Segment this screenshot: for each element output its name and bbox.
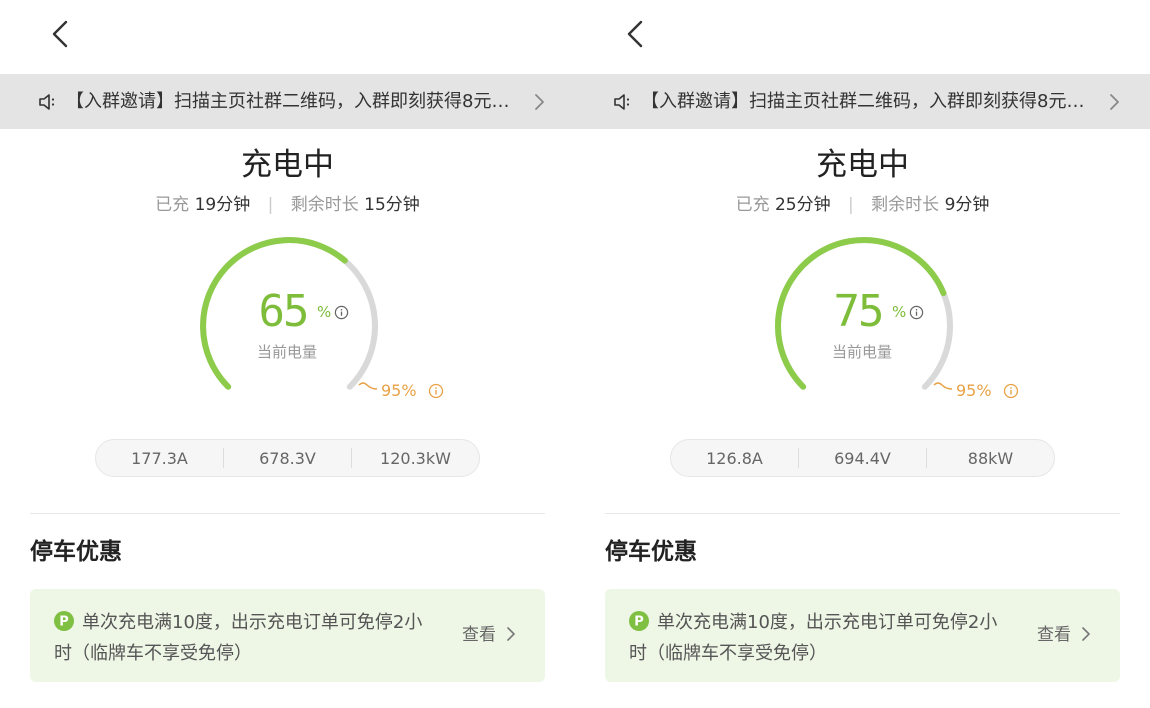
separator: | — [848, 195, 854, 215]
info-icon[interactable] — [334, 305, 349, 320]
parking-discount-title: 停车优惠 — [30, 539, 122, 565]
voltage-value: 694.4V — [834, 448, 891, 468]
section-divider — [30, 513, 545, 514]
tilde-marker-icon — [358, 382, 378, 390]
charging-screen-left: 【入群邀请】扫描主页社群二维码，入群即刻获得8元优惠券 充电中 已充 19分钟 … — [0, 0, 575, 708]
back-arrow-icon — [627, 20, 643, 48]
chevron-right-icon — [1110, 94, 1119, 110]
back-button[interactable] — [40, 14, 80, 54]
chevron-right-icon — [1082, 627, 1090, 641]
parking-discount-text: 单次充电满10度，出示充电订单可免停2小时（临牌车不享受免停） — [629, 612, 998, 664]
power-value: 120.3kW — [380, 448, 451, 468]
chevron-right-icon — [507, 627, 515, 641]
percent-unit: % — [892, 303, 907, 321]
charged-value: 19分钟 — [194, 195, 251, 215]
view-link[interactable]: 查看 — [462, 622, 496, 648]
charge-limit-value: 95% — [956, 381, 992, 400]
charge-time-line: 已充 19分钟 | 剩余时长 15分钟 — [0, 192, 575, 218]
section-divider — [605, 513, 1120, 514]
remaining-value: 9分钟 — [944, 195, 990, 215]
back-arrow-icon — [52, 20, 68, 48]
charged-label: 已充 — [155, 195, 190, 215]
separator: | — [267, 195, 274, 215]
notice-text: 【入群邀请】扫描主页社群二维码，入群即刻获得8元优惠券 — [641, 91, 1091, 112]
info-icon[interactable] — [909, 305, 924, 320]
battery-value: 75 — [833, 286, 885, 337]
charging-status-title: 充电中 — [816, 147, 909, 183]
charged-value: 25分钟 — [774, 195, 831, 215]
parking-discount-text: 单次充电满10度，出示充电订单可免停2小时（临牌车不享受免停） — [54, 612, 423, 664]
current-value: 177.3A — [131, 448, 188, 468]
parking-discount-title: 停车优惠 — [605, 539, 697, 565]
tilde-marker-icon — [933, 382, 953, 390]
view-link[interactable]: 查看 — [1037, 622, 1071, 648]
notice-bar[interactable]: 【入群邀请】扫描主页社群二维码，入群即刻获得8元优惠券 — [575, 74, 1150, 129]
percent-unit: % — [317, 303, 332, 321]
charge-limit-value: 95% — [381, 381, 417, 400]
power-value: 88kW — [967, 448, 1014, 468]
battery-percent: 65 % — [0, 282, 575, 342]
current-charge-label: 当前电量 — [832, 343, 893, 361]
notice-text: 【入群邀请】扫描主页社群二维码，入群即刻获得8元优惠券 — [66, 91, 516, 112]
speaker-icon — [614, 94, 630, 110]
notice-bar[interactable]: 【入群邀请】扫描主页社群二维码，入群即刻获得8元优惠券 — [0, 74, 575, 129]
parking-discount-card[interactable]: P 单次充电满10度，出示充电订单可免停2小时（临牌车不享受免停） 查看 — [605, 589, 1120, 682]
charge-limit: 95% — [933, 380, 1033, 402]
speaker-icon — [39, 94, 55, 110]
remaining-value: 15分钟 — [364, 195, 420, 215]
parking-discount-card[interactable]: P 单次充电满10度，出示充电订单可免停2小时（临牌车不享受免停） 查看 — [30, 589, 545, 682]
voltage-value: 678.3V — [259, 448, 316, 468]
current-charge-label: 当前电量 — [257, 343, 318, 361]
charged-label: 已充 — [735, 195, 770, 215]
battery-percent: 75 % — [575, 282, 1150, 342]
charge-limit: 95% — [358, 380, 458, 402]
charging-screen-right: 【入群邀请】扫描主页社群二维码，入群即刻获得8元优惠券 充电中 已充 25分钟 … — [575, 0, 1150, 708]
charging-stats: 126.8A 694.4V 88kW — [670, 439, 1055, 477]
charge-time-line: 已充 25分钟 | 剩余时长 9分钟 — [575, 192, 1150, 218]
battery-value: 65 — [258, 286, 310, 337]
charging-status-title: 充电中 — [241, 147, 334, 183]
charging-stats: 177.3A 678.3V 120.3kW — [95, 439, 480, 477]
current-value: 126.8A — [706, 448, 763, 468]
remaining-label: 剩余时长 — [290, 195, 359, 215]
back-button[interactable] — [615, 14, 655, 54]
info-icon[interactable] — [428, 383, 444, 399]
info-icon[interactable] — [1003, 383, 1019, 399]
remaining-label: 剩余时长 — [871, 195, 940, 215]
chevron-right-icon — [535, 94, 544, 110]
